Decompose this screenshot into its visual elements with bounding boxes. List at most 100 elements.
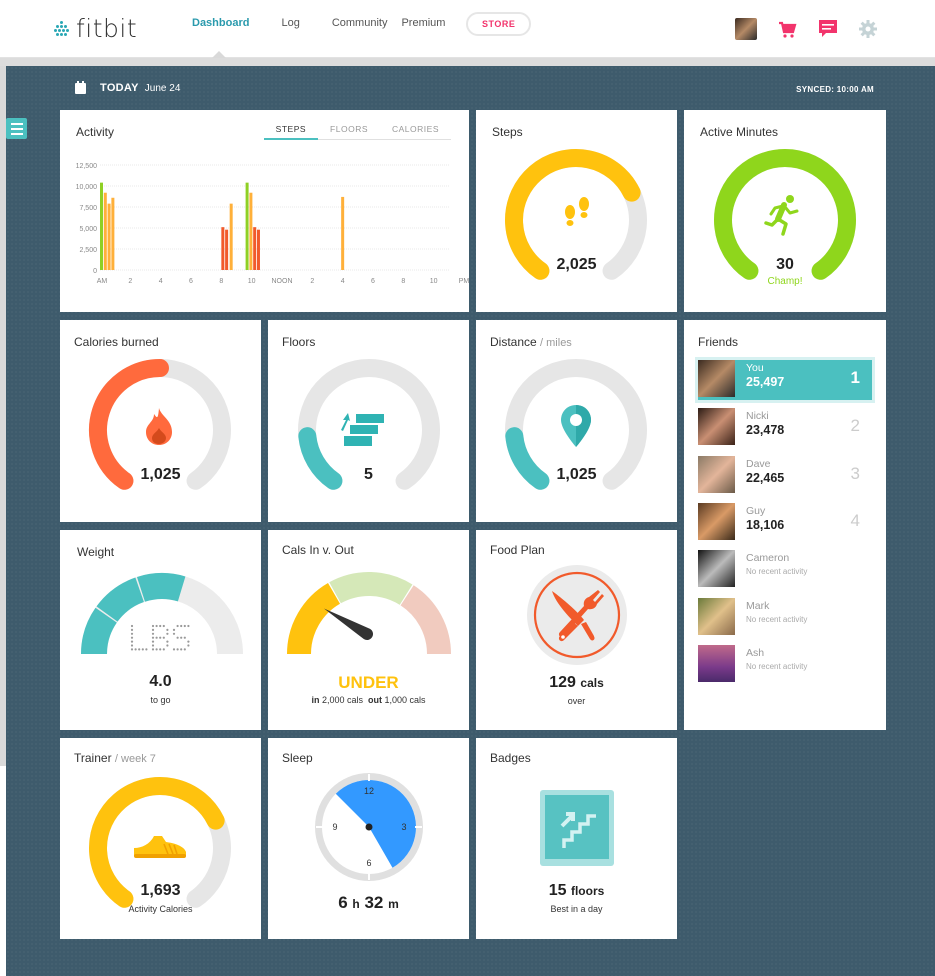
user-avatar[interactable]	[735, 18, 757, 40]
stairs-icon	[341, 413, 384, 446]
messages-icon[interactable]	[819, 20, 837, 38]
lbs-dot	[187, 644, 190, 647]
target-zone	[329, 572, 413, 606]
chart-bar	[111, 197, 115, 270]
distance-title-label: Distance	[490, 335, 537, 349]
friend-no-activity: No recent activity	[746, 567, 808, 576]
weight-tile[interactable]: Weight 4.0 to go	[60, 530, 261, 730]
lbs-dot	[159, 648, 162, 651]
friend-avatar[interactable]	[698, 360, 735, 397]
active-minutes-value: 30	[776, 256, 794, 273]
friends-tile[interactable]: Friends You 25,497 1 Nicki 23,478 2 Dave 22,465…	[684, 320, 886, 730]
friend-avatar[interactable]	[698, 550, 735, 587]
cart-icon[interactable]	[779, 21, 797, 38]
friend-row[interactable]: Dave 22,465 3	[698, 456, 872, 496]
friends-title: Friends	[698, 335, 739, 349]
chart-bar	[229, 203, 233, 270]
friend-avatar[interactable]	[698, 408, 735, 445]
trainer-title: Trainer / week 7	[74, 751, 156, 765]
friend-avatar[interactable]	[698, 598, 735, 635]
fitbit-logo[interactable]: fitbit	[54, 15, 137, 43]
nav-log[interactable]: Log	[281, 17, 299, 29]
floors-tile[interactable]: Floors 5	[268, 320, 469, 522]
friend-avatar[interactable]	[698, 645, 735, 682]
knife-fork-icon	[527, 565, 627, 665]
steps-tile[interactable]: Steps 2,025	[476, 110, 677, 312]
distance-tile[interactable]: Distance / miles 1,025	[476, 320, 677, 522]
trainer-tile[interactable]: Trainer / week 7 1,693 Activity Calories	[60, 738, 261, 939]
under-zone	[287, 582, 341, 655]
chart-bar	[103, 192, 107, 270]
lbs-dot	[155, 648, 158, 651]
cals-in-out-tile[interactable]: Cals In v. Out UNDER in 2,000 cals out 1…	[268, 530, 469, 730]
x-tick-label: 10	[430, 278, 438, 285]
activity-tile[interactable]: Activity STEPS FLOORS CALORIES 0 2,500 5,0…	[60, 110, 469, 312]
floors-value: 5	[364, 466, 373, 483]
friend-avatar[interactable]	[698, 456, 735, 493]
calories-tile[interactable]: Calories burned 1,025	[60, 320, 261, 522]
friend-row[interactable]: Ash No recent activity	[698, 645, 872, 685]
chart-bar	[253, 227, 257, 270]
nav-community[interactable]: Community	[332, 17, 388, 29]
top-navigation-bar: fitbit Dashboard Log Community Premium S…	[0, 0, 935, 58]
lbs-dot	[162, 636, 165, 639]
sleep-duration: 6 h 32 m	[268, 893, 469, 913]
x-tick-label: NOON	[272, 278, 293, 285]
clock-label-9: 9	[332, 822, 337, 832]
active-minutes-caption: Champ!	[767, 276, 803, 287]
chart-bar	[341, 196, 345, 270]
friend-row[interactable]: You 25,497 1	[695, 357, 875, 403]
cals-in-out-detail: in 2,000 cals out 1,000 cals	[268, 695, 469, 705]
logo-text: fitbit	[76, 14, 138, 43]
weight-title: Weight	[77, 545, 115, 559]
lbs-dot	[151, 628, 155, 631]
badges-unit: floors	[570, 884, 605, 898]
sleep-tile[interactable]: Sleep 12 3 6 9 6 h 32 m	[268, 738, 469, 939]
friend-row[interactable]: Guy 18,106 4	[698, 503, 872, 543]
lbs-dot	[151, 624, 155, 628]
friend-row[interactable]: Mark No recent activity	[698, 598, 872, 638]
food-plan-tile[interactable]: Food Plan 129 cals over	[476, 530, 677, 730]
friend-rank: 4	[850, 511, 860, 530]
lbs-dot	[183, 648, 186, 651]
lbs-dot	[183, 636, 186, 639]
active-minutes-tile[interactable]: Active Minutes 30 Champ!	[684, 110, 886, 312]
badges-title: Badges	[490, 751, 531, 765]
food-plan-value: 129 cals	[476, 674, 677, 692]
nav-dashboard[interactable]: Dashboard	[192, 17, 249, 29]
friend-name: Ash	[746, 647, 765, 659]
x-tick-label: AM	[97, 278, 108, 285]
sleep-minutes: 32	[364, 893, 384, 912]
store-button[interactable]: STORE	[466, 12, 532, 36]
chart-bar	[221, 227, 225, 270]
trainer-title-label: Trainer	[74, 751, 112, 765]
weight-caption: to go	[150, 695, 171, 705]
lbs-dot	[176, 624, 179, 628]
friend-avatar[interactable]	[698, 503, 735, 540]
map-pin-icon	[561, 405, 591, 447]
nav-premium[interactable]: Premium	[401, 17, 445, 29]
y-tick-label: 2,500	[79, 247, 97, 254]
friend-no-activity: No recent activity	[746, 615, 808, 624]
settings-gear-icon[interactable]	[859, 20, 877, 38]
badges-tile[interactable]: Badges 15 floors Best in a day	[476, 738, 677, 939]
lbs-dot	[166, 628, 169, 631]
lbs-dot	[180, 648, 183, 651]
weight-segment	[96, 577, 145, 623]
x-tick-label: 8	[219, 278, 223, 285]
lbs-dot	[172, 632, 176, 635]
friend-name: Cameron	[746, 552, 790, 564]
x-tick-label: 2	[310, 278, 314, 285]
x-tick-label: PM	[459, 278, 469, 285]
calendar-icon[interactable]	[75, 80, 86, 94]
friend-row[interactable]: Cameron No recent activity	[698, 550, 872, 590]
lbs-dot	[166, 644, 169, 647]
lbs-dot	[151, 632, 155, 635]
x-tick-label: 8	[401, 278, 405, 285]
main-nav: Dashboard Log Community Premium STORE	[192, 12, 532, 36]
sidebar-menu-button[interactable]	[6, 118, 27, 139]
friend-row[interactable]: Nicki 23,478 2	[698, 408, 872, 448]
chart-bar	[225, 229, 229, 270]
lbs-dot	[187, 624, 190, 628]
lbs-dot	[166, 640, 169, 643]
